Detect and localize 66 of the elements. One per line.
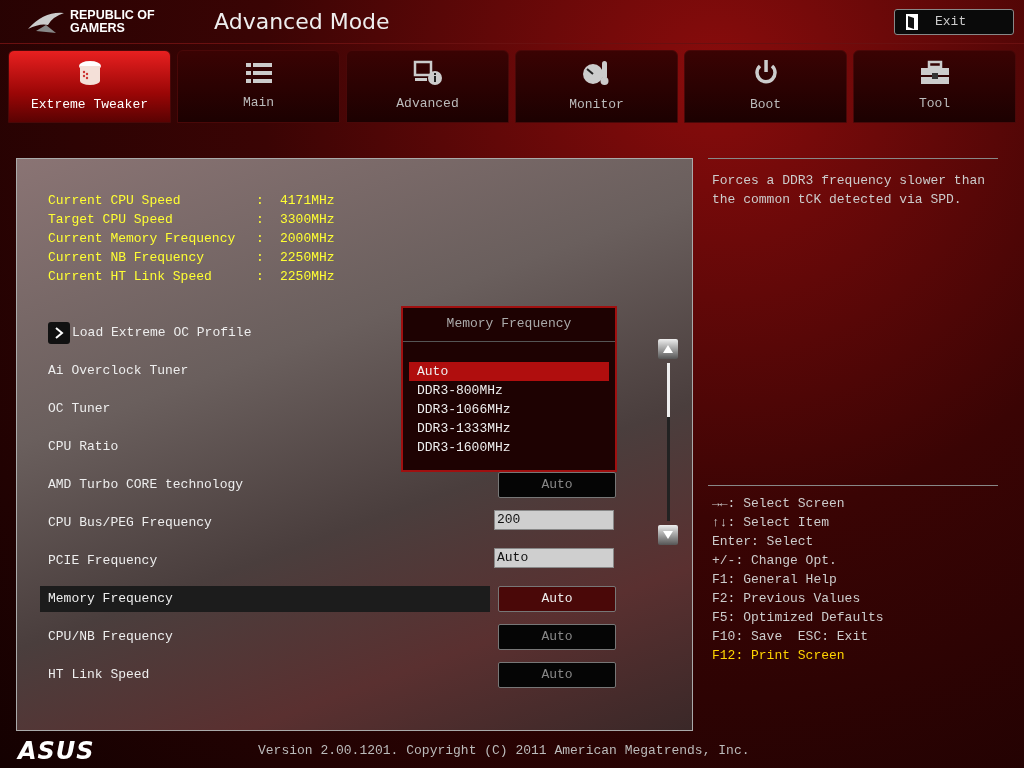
popup-option[interactable]: DDR3-800MHz (409, 381, 609, 400)
setting-label: AMD Turbo CORE technology (47, 476, 245, 494)
setting-label: CPU/NB Frequency (47, 628, 174, 646)
setting-label: Ai Overclock Tuner (47, 362, 190, 380)
submenu-link[interactable]: Load Extreme OC Profile (72, 320, 260, 346)
hotkey-hint: →←: Select Screen (711, 495, 846, 513)
info-value: 2250MHz (280, 249, 335, 267)
chevron-right-icon[interactable] (48, 322, 70, 344)
popup-title: Memory Frequency (403, 308, 615, 342)
brand-logo: ASUS (18, 737, 95, 765)
hotkey-hint: F5: Optimized Defaults (711, 609, 885, 627)
value-dropdown[interactable]: Auto (498, 662, 616, 688)
setting-label: Memory Frequency (40, 586, 490, 612)
value-field[interactable]: 200 (494, 510, 614, 530)
version-text: Version 2.00.1201. Copyright (C) 2011 American Megatrends, Inc. (258, 742, 750, 761)
setting-label: HT Link Speed (47, 666, 151, 684)
tab[interactable]: Boot (684, 50, 847, 123)
info-label: Current HT Link Speed (48, 268, 213, 286)
info-separator: : (256, 230, 265, 248)
tab[interactable]: Monitor (515, 50, 678, 123)
value-dropdown[interactable]: Auto (498, 472, 616, 498)
tab[interactable]: Main (177, 50, 340, 123)
tab[interactable]: Tool (853, 50, 1016, 123)
list-icon (244, 60, 273, 85)
help-text: Forces a DDR3 frequency slower than the common tCK detected via SPD. (712, 172, 987, 209)
info-separator: : (256, 192, 265, 210)
info-label: Current Memory Frequency (48, 230, 237, 248)
info-separator: : (256, 268, 265, 286)
scrollbar[interactable] (658, 339, 678, 545)
hotkey-hint: ↑↓: Select Item (711, 514, 831, 532)
brand-logo-text: REPUBLIC OF GAMERS (70, 8, 156, 35)
hotkey-hint: F10: Save ESC: Exit (711, 628, 870, 646)
setting-label: CPU Ratio (47, 438, 120, 456)
hotkey-hint: Enter: Select (711, 533, 815, 551)
hotkey-hint: +/-: Change Opt. (711, 552, 838, 570)
info-value: 2250MHz (280, 268, 335, 286)
tab[interactable]: Extreme Tweaker (8, 50, 171, 123)
monitor-info-icon (412, 59, 443, 86)
value-field[interactable]: Auto (494, 548, 614, 568)
popup-option[interactable]: Auto (409, 362, 609, 381)
info-value: 3300MHz (280, 211, 335, 229)
info-value: 2000MHz (280, 230, 335, 248)
setting-label: OC Tuner (47, 400, 112, 418)
exit-button[interactable]: Exit (894, 8, 1014, 35)
popup-option[interactable]: DDR3-1066MHz (409, 400, 609, 419)
hotkey-hint: F12: Print Screen (711, 647, 846, 665)
hotkey-hint: F1: General Help (711, 571, 838, 589)
info-value: 4171MHz (280, 192, 335, 210)
info-label: Target CPU Speed (48, 211, 174, 229)
popup-option[interactable]: DDR3-1600MHz (409, 438, 609, 457)
scroll-up-icon[interactable] (658, 339, 678, 359)
page-title: Advanced Mode (214, 8, 390, 36)
setting-label: PCIE Frequency (47, 552, 159, 570)
popup-option[interactable]: DDR3-1333MHz (409, 419, 609, 438)
setting-label: CPU Bus/PEG Frequency (47, 514, 213, 532)
value-dropdown[interactable]: Auto (498, 586, 616, 612)
tab[interactable]: Advanced (346, 50, 509, 123)
info-label: Current NB Frequency (48, 249, 206, 267)
info-separator: : (256, 211, 265, 229)
door-icon (905, 12, 919, 31)
value-dropdown[interactable]: Auto (498, 624, 616, 650)
scroll-down-icon[interactable] (658, 525, 678, 545)
info-separator: : (256, 249, 265, 267)
hotkey-hint: F2: Previous Values (711, 590, 862, 608)
toolbox-icon (918, 59, 951, 86)
info-label: Current CPU Speed (48, 192, 182, 210)
